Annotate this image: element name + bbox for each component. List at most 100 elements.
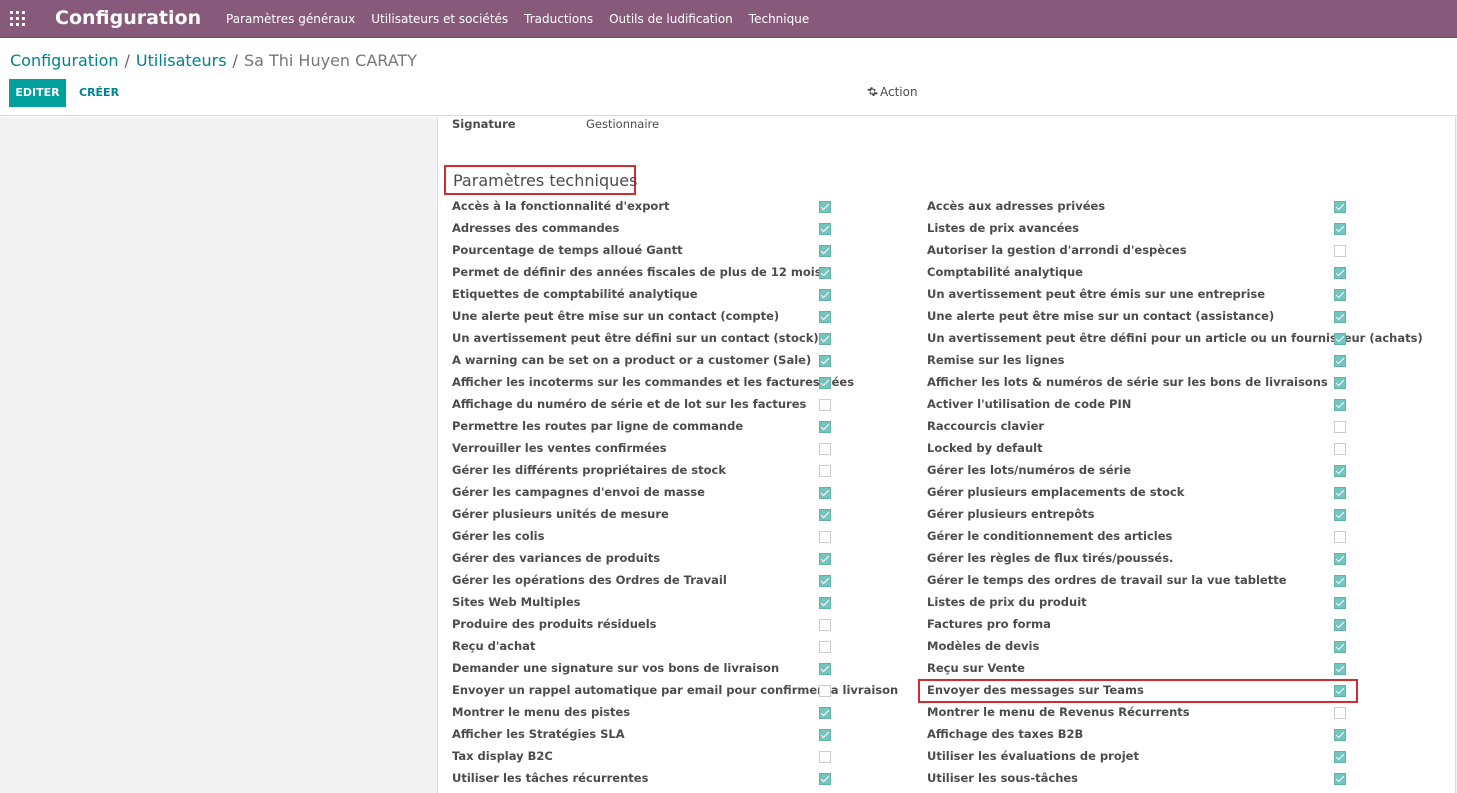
setting-checkbox[interactable] — [819, 399, 831, 411]
setting-row: Utiliser les tâches récurrentes — [452, 767, 832, 789]
setting-checkbox[interactable] — [1334, 751, 1346, 763]
setting-checkbox[interactable] — [1334, 267, 1346, 279]
app-title[interactable]: Configuration — [55, 7, 201, 29]
setting-checkbox[interactable] — [1334, 707, 1346, 719]
setting-checkbox[interactable] — [1334, 531, 1346, 543]
setting-checkbox[interactable] — [1334, 223, 1346, 235]
setting-checkbox[interactable] — [1334, 487, 1346, 499]
setting-checkbox[interactable] — [819, 223, 831, 235]
menu-technique[interactable]: Technique — [741, 12, 817, 26]
setting-checkbox[interactable] — [819, 575, 831, 587]
setting-row: Raccourcis clavier — [927, 415, 1347, 437]
setting-checkbox[interactable] — [819, 201, 831, 213]
setting-checkbox[interactable] — [1334, 553, 1346, 565]
setting-checkbox[interactable] — [819, 421, 831, 433]
create-button[interactable]: CRÉER — [76, 79, 122, 107]
setting-checkbox[interactable] — [819, 377, 831, 389]
setting-checkbox[interactable] — [1334, 729, 1346, 741]
setting-checkbox[interactable] — [819, 619, 831, 631]
setting-row: Listes de prix avancées — [927, 217, 1347, 239]
setting-checkbox[interactable] — [1334, 311, 1346, 323]
setting-row: Un avertissement peut être défini sur un… — [452, 327, 832, 349]
setting-row: Gérer plusieurs emplacements de stock — [927, 481, 1347, 503]
setting-checkbox[interactable] — [1334, 333, 1346, 345]
setting-row: Adresses des commandes — [452, 217, 832, 239]
setting-label: Afficher les Stratégies SLA — [452, 727, 625, 741]
setting-checkbox[interactable] — [819, 245, 831, 257]
setting-checkbox[interactable] — [1334, 289, 1346, 301]
section-title-technical: Paramètres techniques — [444, 165, 637, 195]
setting-label: Raccourcis clavier — [927, 419, 1045, 433]
setting-row: Pourcentage de temps alloué Gantt — [452, 239, 832, 261]
setting-row: Gérer les lots/numéros de série — [927, 459, 1347, 481]
menu-parametres-generaux[interactable]: Paramètres généraux — [218, 12, 363, 26]
highlight-box — [918, 679, 1358, 703]
setting-checkbox[interactable] — [819, 509, 831, 521]
setting-checkbox[interactable] — [1334, 355, 1346, 367]
setting-label: Utiliser les sous-tâches — [927, 771, 1079, 785]
action-menu[interactable]: Action — [867, 85, 918, 99]
setting-label: Une alerte peut être mise sur un contact… — [452, 309, 780, 323]
setting-checkbox[interactable] — [1334, 641, 1346, 653]
setting-row: Modèles de devis — [927, 635, 1347, 657]
setting-label: Remise sur les lignes — [927, 353, 1065, 367]
setting-row: Une alerte peut être mise sur un contact… — [452, 305, 832, 327]
setting-checkbox[interactable] — [1334, 773, 1346, 785]
setting-row: Verrouiller les ventes confirmées — [452, 437, 832, 459]
setting-checkbox[interactable] — [819, 707, 831, 719]
setting-checkbox[interactable] — [819, 553, 831, 565]
setting-row: Un avertissement peut être défini pour u… — [927, 327, 1423, 349]
setting-row: Envoyer un rappel automatique par email … — [452, 679, 898, 701]
setting-label: Gérer les règles de flux tirés/poussés. — [927, 551, 1174, 565]
setting-checkbox[interactable] — [1334, 597, 1346, 609]
menu-utilisateurs-societes[interactable]: Utilisateurs et sociétés — [363, 12, 516, 26]
setting-checkbox[interactable] — [819, 333, 831, 345]
setting-checkbox[interactable] — [819, 311, 831, 323]
setting-label: Montrer le menu de Revenus Récurrents — [927, 705, 1190, 719]
setting-label: Reçu sur Vente — [927, 661, 1025, 675]
setting-checkbox[interactable] — [819, 355, 831, 367]
setting-checkbox[interactable] — [1334, 201, 1346, 213]
setting-checkbox[interactable] — [1334, 619, 1346, 631]
setting-checkbox[interactable] — [819, 267, 831, 279]
setting-checkbox[interactable] — [819, 685, 831, 697]
menu-traductions[interactable]: Traductions — [516, 12, 601, 26]
setting-checkbox[interactable] — [1334, 443, 1346, 455]
setting-checkbox[interactable] — [1334, 421, 1346, 433]
setting-checkbox[interactable] — [1334, 245, 1346, 257]
setting-row: Reçu d'achat — [452, 635, 832, 657]
setting-label: Un avertissement peut être émis sur une … — [927, 287, 1266, 301]
setting-label: Montrer le menu des pistes — [452, 705, 631, 719]
setting-label: Affichage des taxes B2B — [927, 727, 1084, 741]
setting-checkbox[interactable] — [819, 597, 831, 609]
setting-label: Activer l'utilisation de code PIN — [927, 397, 1132, 411]
setting-checkbox[interactable] — [1334, 465, 1346, 477]
edit-button[interactable]: EDITER — [9, 79, 66, 107]
setting-checkbox[interactable] — [1334, 509, 1346, 521]
setting-row: Gérer les règles de flux tirés/poussés. — [927, 547, 1347, 569]
action-label: Action — [880, 85, 918, 99]
setting-checkbox[interactable] — [1334, 377, 1346, 389]
menu-outils-ludification[interactable]: Outils de ludification — [601, 12, 741, 26]
setting-checkbox[interactable] — [819, 531, 831, 543]
setting-checkbox[interactable] — [819, 487, 831, 499]
setting-checkbox[interactable] — [819, 443, 831, 455]
setting-checkbox[interactable] — [819, 465, 831, 477]
setting-checkbox[interactable] — [1334, 399, 1346, 411]
setting-row: Gérer le conditionnement des articles — [927, 525, 1347, 547]
setting-checkbox[interactable] — [819, 663, 831, 675]
setting-row: Activer l'utilisation de code PIN — [927, 393, 1347, 415]
setting-row: Sites Web Multiples — [452, 591, 832, 613]
apps-grid-icon[interactable] — [10, 11, 25, 26]
setting-checkbox[interactable] — [1334, 575, 1346, 587]
setting-row: Gérer les campagnes d'envoi de masse — [452, 481, 832, 503]
setting-checkbox[interactable] — [819, 751, 831, 763]
setting-checkbox[interactable] — [819, 641, 831, 653]
setting-checkbox[interactable] — [819, 729, 831, 741]
setting-checkbox[interactable] — [819, 773, 831, 785]
setting-checkbox[interactable] — [1334, 663, 1346, 675]
setting-label: Gérer le conditionnement des articles — [927, 529, 1173, 543]
setting-checkbox[interactable] — [819, 289, 831, 301]
breadcrumb-configuration[interactable]: Configuration — [10, 51, 119, 70]
breadcrumb-utilisateurs[interactable]: Utilisateurs — [136, 51, 227, 70]
